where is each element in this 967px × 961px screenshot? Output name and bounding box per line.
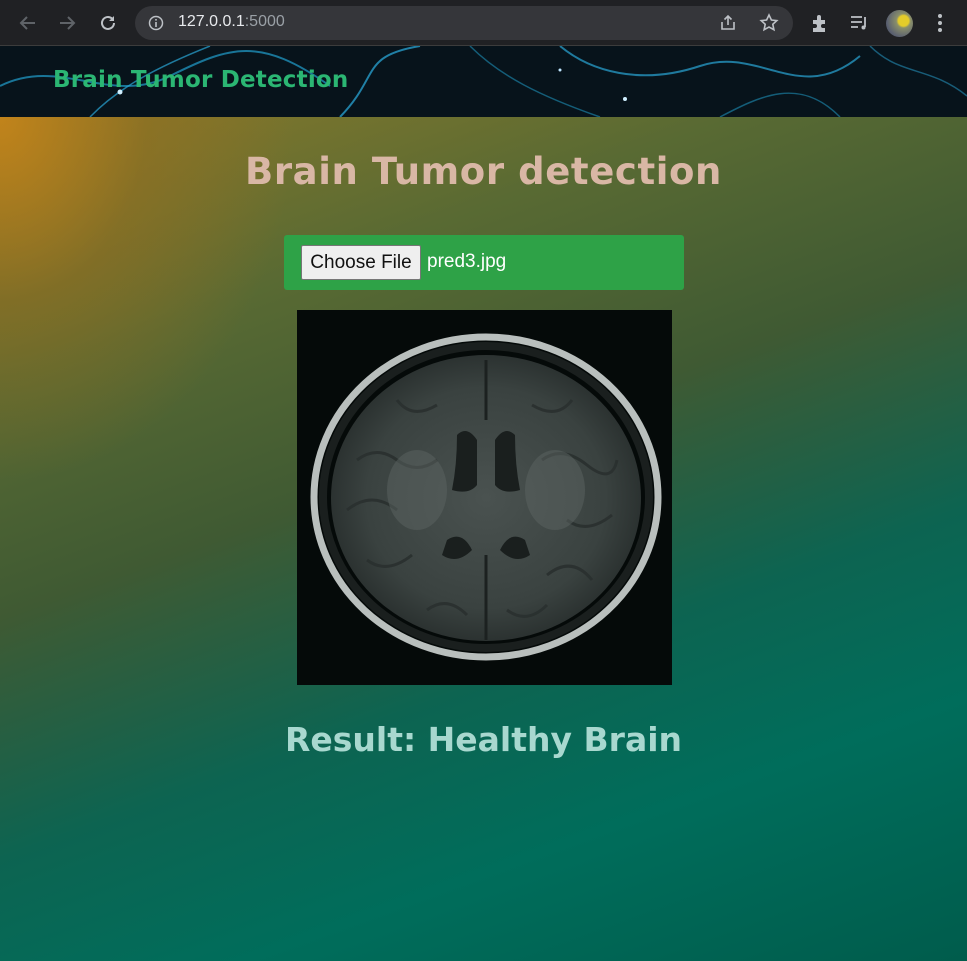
media-control-icon[interactable] [848, 12, 870, 34]
choose-file-button[interactable]: Choose File [301, 245, 421, 280]
address-bar[interactable]: 127.0.0.1:5000 [135, 6, 793, 40]
profile-avatar[interactable] [886, 10, 913, 37]
share-icon[interactable] [719, 14, 737, 32]
main-content: Brain Tumor detection Choose File pred3.… [0, 117, 967, 961]
page-title: Brain Tumor detection [245, 150, 722, 193]
menu-dots-icon[interactable] [930, 12, 950, 34]
url-text[interactable]: 127.0.0.1:5000 [178, 13, 285, 31]
reload-icon[interactable] [96, 11, 120, 35]
prediction-result: Result: Healthy Brain [284, 720, 683, 759]
site-header: Brain Tumor Detection [0, 46, 967, 117]
selected-file-name: pred3.jpg [427, 251, 507, 272]
mri-preview-image [297, 310, 672, 685]
back-arrow-icon[interactable] [16, 11, 40, 35]
extensions-icon[interactable] [809, 12, 831, 34]
info-icon[interactable] [148, 15, 164, 31]
browser-toolbar: 127.0.0.1:5000 [0, 0, 967, 46]
upload-form: Choose File pred3.jpg [284, 235, 684, 290]
mri-scan-graphic [297, 310, 672, 685]
page: Brain Tumor Detection Brain Tumor detect… [0, 46, 967, 961]
star-icon[interactable] [759, 13, 779, 33]
forward-arrow-icon[interactable] [55, 11, 79, 35]
site-logo[interactable]: Brain Tumor Detection [53, 67, 349, 93]
